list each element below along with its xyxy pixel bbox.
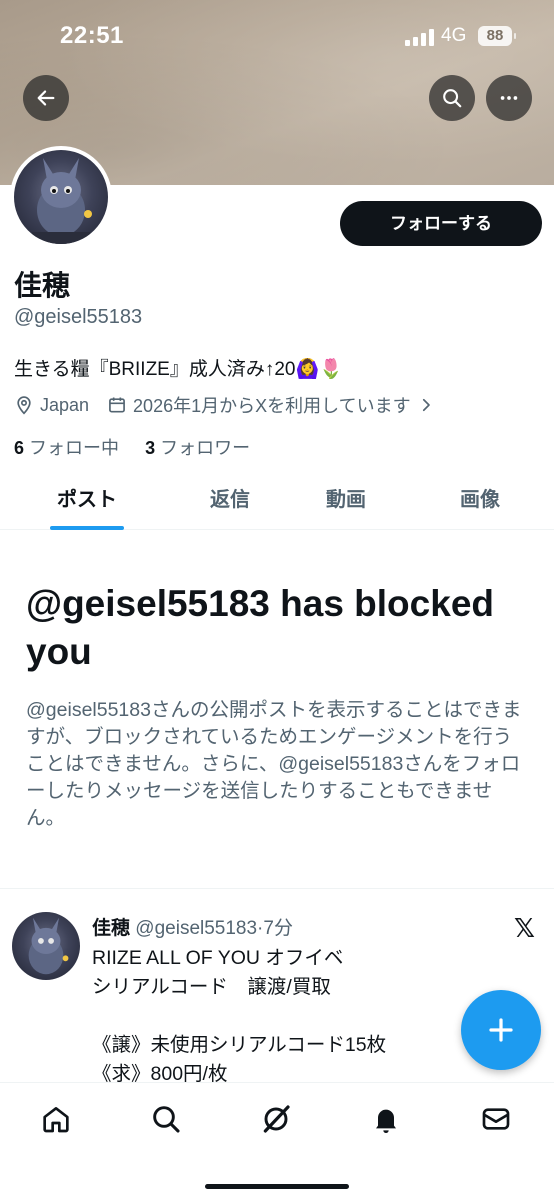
divider xyxy=(0,888,554,889)
grok-icon xyxy=(263,1105,290,1133)
active-tab-indicator xyxy=(50,526,124,530)
nav-notifications[interactable] xyxy=(366,1099,406,1139)
post-author-meta: @geisel55183·7分 xyxy=(135,918,293,939)
x-logo-icon: 𝕏 xyxy=(514,913,535,943)
calendar-icon xyxy=(109,397,125,413)
mail-icon xyxy=(482,1108,510,1130)
follow-stats: 6 フォロー中 3 フォロワー xyxy=(14,434,250,460)
back-button[interactable] xyxy=(23,75,69,121)
avatar-figure xyxy=(32,158,92,244)
location-pin-icon xyxy=(17,396,31,415)
status-bar: 22:51 4G 88 xyxy=(0,0,554,70)
bottom-nav xyxy=(0,1082,554,1200)
post-line: 《譲》未使用シリアルコード15枚 xyxy=(92,1034,387,1056)
post-line xyxy=(92,1002,452,1031)
avatar-figure xyxy=(28,917,69,975)
profile-name: 佳穂 xyxy=(14,270,71,301)
follow-button[interactable]: フォローする xyxy=(340,201,542,246)
tab-replies[interactable]: 返信 xyxy=(184,470,276,530)
profile-meta: Japan 2026年1月からXを利用しています xyxy=(14,392,435,418)
network-label: 4G xyxy=(441,25,467,46)
nav-home[interactable] xyxy=(36,1099,76,1139)
more-button[interactable] xyxy=(486,75,532,121)
compose-button[interactable] xyxy=(461,990,541,1070)
chevron-right-icon[interactable] xyxy=(417,396,435,414)
battery-level: 88 xyxy=(486,27,504,44)
profile-joined[interactable]: 2026年1月からXを利用しています xyxy=(133,392,411,418)
home-indicator[interactable] xyxy=(205,1184,349,1189)
nav-messages[interactable] xyxy=(476,1099,516,1139)
status-time: 22:51 xyxy=(60,22,124,49)
profile-bio: 生きる糧『BRIIZE』成人済み↑20🙆‍♀️🌷 xyxy=(14,359,343,380)
profile-location: Japan xyxy=(40,394,90,415)
blocked-title: @geisel55183 has blocked you xyxy=(26,583,494,672)
profile-handle: @geisel55183 xyxy=(14,306,143,328)
battery-icon: 88 xyxy=(478,26,516,46)
post-header: 佳穂 @geisel55183·7分 xyxy=(92,913,293,940)
arrow-left-icon xyxy=(37,90,55,106)
profile-tabs: ポスト 返信 動画 画像 xyxy=(0,470,554,530)
search-icon xyxy=(153,1106,180,1133)
tab-posts[interactable]: ポスト xyxy=(40,470,134,530)
post-line: シリアルコード 譲渡/買取 xyxy=(92,976,331,998)
blocked-description: @geisel55183さんの公開ポストを表示することはできますが、ブロックされ… xyxy=(26,699,522,829)
tab-images[interactable]: 画像 xyxy=(434,470,526,530)
profile-avatar[interactable] xyxy=(10,146,112,248)
post-text[interactable]: RIIZE ALL OF YOU オフイベ シリアルコード 譲渡/買取 《譲》未… xyxy=(92,944,452,1089)
followers-count: 3 xyxy=(145,438,156,458)
nav-explore[interactable] xyxy=(146,1099,186,1139)
search-button[interactable] xyxy=(429,75,475,121)
more-icon xyxy=(500,96,518,100)
following-label: フォロー中 xyxy=(29,438,120,458)
bell-icon xyxy=(376,1109,396,1133)
search-icon xyxy=(443,89,462,108)
plus-icon xyxy=(489,1018,513,1042)
following-link[interactable]: 6 フォロー中 xyxy=(14,438,119,458)
nav-grok[interactable] xyxy=(256,1099,296,1139)
followers-link[interactable]: 3 フォロワー xyxy=(145,438,250,458)
post-line: RIIZE ALL OF YOU オフイベ xyxy=(92,947,344,969)
tab-videos[interactable]: 動画 xyxy=(300,470,392,530)
followers-label: フォロワー xyxy=(160,438,251,458)
following-count: 6 xyxy=(14,438,25,458)
home-icon xyxy=(43,1107,69,1133)
post-author-name[interactable]: 佳穂 xyxy=(92,918,130,939)
signal-icon xyxy=(405,28,435,46)
post-avatar[interactable] xyxy=(12,912,80,980)
